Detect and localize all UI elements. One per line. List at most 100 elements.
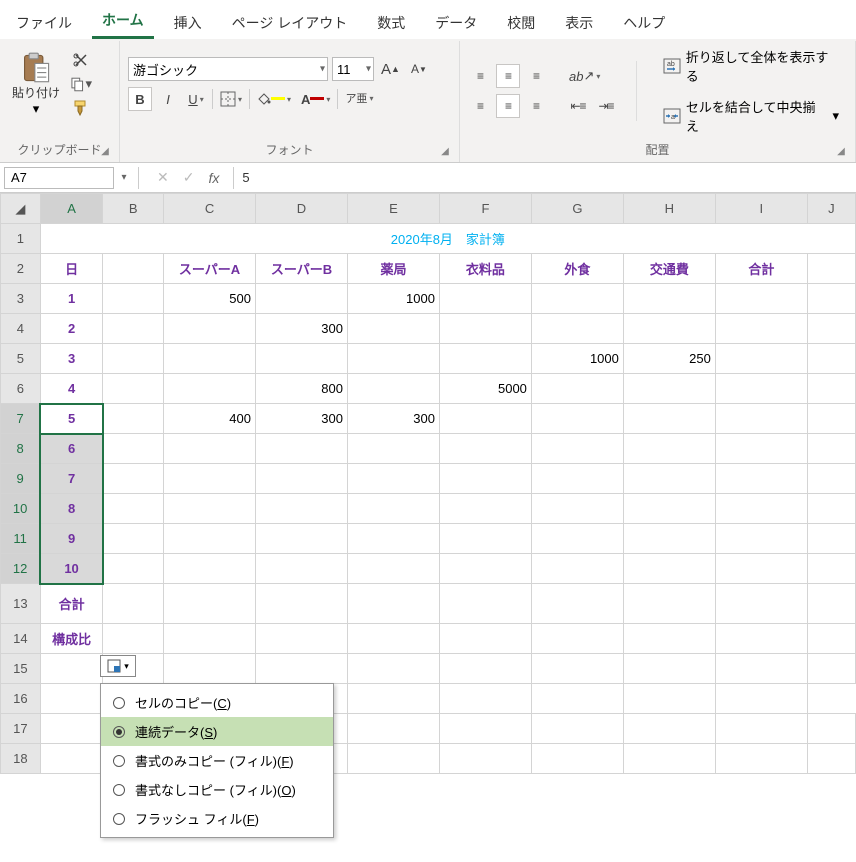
- font-name-combo[interactable]: [128, 57, 328, 81]
- cell[interactable]: [439, 684, 531, 714]
- cell[interactable]: [347, 684, 439, 714]
- cell[interactable]: [347, 744, 439, 774]
- row-header[interactable]: 13: [1, 584, 41, 624]
- cell[interactable]: [164, 434, 256, 464]
- borders-button[interactable]: ▾: [217, 87, 245, 111]
- col-header-A[interactable]: A: [40, 194, 103, 224]
- cell[interactable]: [531, 714, 623, 744]
- cell[interactable]: [715, 554, 807, 584]
- dialog-launcher-icon[interactable]: ◢: [99, 146, 111, 158]
- cut-button[interactable]: [70, 49, 92, 71]
- cell[interactable]: [439, 554, 531, 584]
- cell[interactable]: [347, 314, 439, 344]
- format-painter-button[interactable]: [70, 97, 92, 119]
- align-left-button[interactable]: ≡: [468, 94, 492, 118]
- cell[interactable]: [623, 714, 715, 744]
- row-header[interactable]: 7: [1, 404, 41, 434]
- cell[interactable]: [40, 744, 103, 774]
- cell[interactable]: [807, 714, 855, 744]
- menu-item-8[interactable]: ヘルプ: [613, 7, 675, 39]
- cell[interactable]: [347, 464, 439, 494]
- cell[interactable]: [807, 434, 855, 464]
- cell[interactable]: [623, 464, 715, 494]
- cell[interactable]: 8: [40, 494, 103, 524]
- cell[interactable]: [164, 584, 256, 624]
- cell[interactable]: [715, 524, 807, 554]
- cell[interactable]: [256, 464, 348, 494]
- cell[interactable]: [623, 584, 715, 624]
- cell[interactable]: 300: [347, 404, 439, 434]
- row-header[interactable]: 18: [1, 744, 41, 774]
- cell[interactable]: [807, 254, 855, 284]
- cell[interactable]: [256, 524, 348, 554]
- dialog-launcher-icon[interactable]: ◢: [439, 146, 451, 158]
- cell[interactable]: [807, 554, 855, 584]
- orientation-button[interactable]: ab↗▾: [566, 64, 603, 88]
- cell[interactable]: [807, 494, 855, 524]
- paste-button[interactable]: 貼り付け ▾: [8, 50, 64, 119]
- cell[interactable]: [531, 584, 623, 624]
- cell[interactable]: [715, 584, 807, 624]
- cell[interactable]: [715, 344, 807, 374]
- cell[interactable]: [531, 434, 623, 464]
- cell[interactable]: [164, 344, 256, 374]
- col-header-I[interactable]: I: [715, 194, 807, 224]
- align-bottom-button[interactable]: ≡: [524, 64, 548, 88]
- autofill-option-2[interactable]: 書式のみコピー (フィル)(F): [101, 746, 333, 775]
- cell[interactable]: [531, 374, 623, 404]
- row-header[interactable]: 8: [1, 434, 41, 464]
- cell[interactable]: [531, 744, 623, 774]
- cell[interactable]: [347, 494, 439, 524]
- formula-bar-value[interactable]: 5: [234, 170, 257, 185]
- cell[interactable]: [807, 524, 855, 554]
- cell[interactable]: [103, 434, 164, 464]
- cell[interactable]: [103, 344, 164, 374]
- cell[interactable]: 1000: [347, 284, 439, 314]
- row-header[interactable]: 14: [1, 624, 41, 654]
- increase-indent-button[interactable]: ⇥≡: [594, 94, 618, 118]
- row-header[interactable]: 5: [1, 344, 41, 374]
- autofill-option-3[interactable]: 書式なしコピー (フィル)(O): [101, 775, 333, 804]
- cell[interactable]: [531, 624, 623, 654]
- cell[interactable]: [103, 554, 164, 584]
- increase-font-button[interactable]: A▲: [378, 57, 403, 81]
- cell[interactable]: [439, 584, 531, 624]
- align-middle-button[interactable]: ≡: [496, 64, 520, 88]
- cell[interactable]: [807, 624, 855, 654]
- cell[interactable]: 300: [256, 314, 348, 344]
- cell[interactable]: [623, 284, 715, 314]
- cell[interactable]: [623, 404, 715, 434]
- cell[interactable]: 合計: [715, 254, 807, 284]
- cell[interactable]: [256, 494, 348, 524]
- cell[interactable]: [103, 524, 164, 554]
- cell[interactable]: [623, 654, 715, 684]
- cell[interactable]: [347, 714, 439, 744]
- cell[interactable]: [531, 464, 623, 494]
- cell[interactable]: [715, 434, 807, 464]
- align-right-button[interactable]: ≡: [524, 94, 548, 118]
- spreadsheet-grid[interactable]: ◢ A B C D E F G H I J 12020年8月 家計簿 2 日 ス…: [0, 193, 856, 774]
- cell[interactable]: 合計: [40, 584, 103, 624]
- cell[interactable]: [715, 624, 807, 654]
- cell[interactable]: [256, 284, 348, 314]
- cell[interactable]: [623, 684, 715, 714]
- row-header[interactable]: 11: [1, 524, 41, 554]
- autofill-option-4[interactable]: フラッシュ フィル(F): [101, 804, 333, 833]
- cell[interactable]: 1000: [531, 344, 623, 374]
- cell[interactable]: [715, 714, 807, 744]
- cell[interactable]: [807, 374, 855, 404]
- cell[interactable]: [439, 714, 531, 744]
- cell[interactable]: [256, 434, 348, 464]
- cell[interactable]: [807, 584, 855, 624]
- cell[interactable]: 400: [164, 404, 256, 434]
- copy-button[interactable]: ▾: [70, 73, 92, 95]
- cell[interactable]: 300: [256, 404, 348, 434]
- cell[interactable]: 薬局: [347, 254, 439, 284]
- cell[interactable]: [439, 524, 531, 554]
- cell[interactable]: [623, 494, 715, 524]
- cell[interactable]: [623, 744, 715, 774]
- row-header[interactable]: 3: [1, 284, 41, 314]
- cell[interactable]: [439, 744, 531, 774]
- cell[interactable]: [807, 344, 855, 374]
- cell[interactable]: [439, 284, 531, 314]
